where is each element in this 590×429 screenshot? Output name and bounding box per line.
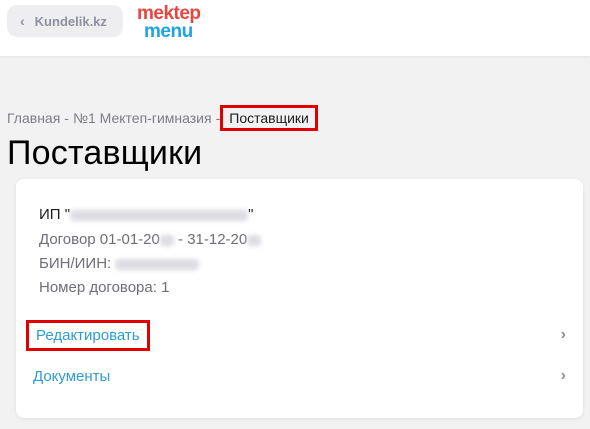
page-title: Поставщики bbox=[7, 134, 203, 172]
contract-dates-end: - 31-12-20 bbox=[173, 231, 248, 248]
chevron-left-icon: ‹ bbox=[20, 13, 25, 29]
documents-row[interactable]: Документы › bbox=[26, 361, 566, 391]
supplier-bin: БИН/ИИН: bbox=[39, 255, 200, 272]
redacted-bin bbox=[115, 258, 200, 270]
breadcrumb-separator: - bbox=[64, 110, 69, 126]
supplier-contract-number: Номер договора: 1 bbox=[39, 279, 170, 296]
redacted-year bbox=[159, 234, 174, 246]
mektep-menu-logo[interactable]: mektep menu bbox=[137, 3, 217, 43]
bin-label: БИН/ИИН: bbox=[39, 255, 116, 272]
supplier-name-suffix: " bbox=[248, 206, 254, 223]
breadcrumb-school[interactable]: №1 Мектеп-гимназия bbox=[73, 110, 212, 126]
back-button-label: Kundelik.kz bbox=[34, 13, 107, 29]
contract-dates-start: Договор 01-01-20 bbox=[39, 231, 160, 248]
back-to-kundelik-button[interactable]: ‹ Kundelik.kz bbox=[7, 5, 123, 37]
edit-supplier-row[interactable]: Редактировать › bbox=[26, 319, 566, 351]
logo-line2: menu bbox=[144, 21, 193, 42]
documents-link[interactable]: Документы bbox=[26, 364, 117, 389]
breadcrumb-home[interactable]: Главная bbox=[7, 110, 60, 126]
edit-supplier-link[interactable]: Редактировать bbox=[26, 319, 150, 351]
breadcrumb-current: Поставщики bbox=[220, 105, 318, 131]
supplier-contract-dates: Договор 01-01-20 - 31-12-20 bbox=[39, 231, 262, 248]
chevron-right-icon: › bbox=[560, 367, 566, 384]
supplier-card: ИП " " Договор 01-01-20 - 31-12-20 БИН/ИИ… bbox=[16, 179, 583, 418]
supplier-name-prefix: ИП " bbox=[39, 206, 71, 223]
top-header: ‹ Kundelik.kz mektep menu bbox=[0, 0, 590, 56]
chevron-right-icon: › bbox=[560, 326, 566, 343]
redacted-supplier-name bbox=[70, 209, 249, 221]
breadcrumb: Главная - №1 Мектеп-гимназия - Поставщик… bbox=[7, 105, 318, 131]
supplier-name: ИП " " bbox=[39, 206, 253, 223]
redacted-year bbox=[247, 234, 262, 246]
